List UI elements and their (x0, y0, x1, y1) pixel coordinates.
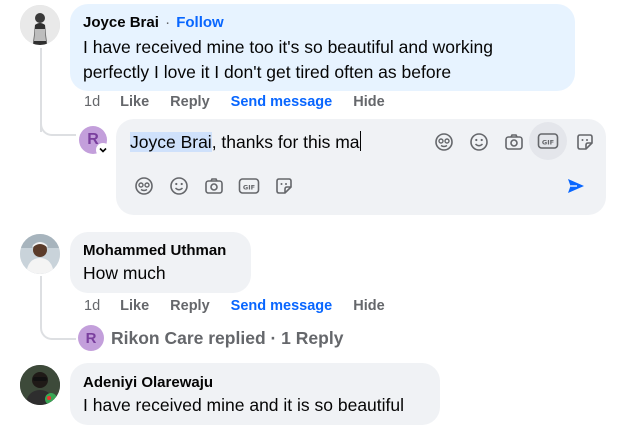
send-message-button[interactable]: Send message (231, 94, 333, 110)
gif-icon[interactable]: GIF (237, 175, 261, 197)
thread-connector (40, 112, 76, 136)
chevron-down-icon[interactable] (96, 143, 110, 157)
comment-text: How much (83, 263, 166, 283)
avatar[interactable] (20, 365, 60, 405)
camera-icon[interactable] (203, 175, 225, 197)
view-replies-link[interactable]: Rikon Care replied · 1 Reply (111, 327, 343, 349)
comment-author[interactable]: Adeniyi Olarewaju (83, 373, 213, 393)
svg-text:GIF: GIF (542, 138, 554, 146)
timestamp[interactable]: 1d (84, 94, 100, 110)
thread-connector (40, 316, 76, 340)
gif-icon[interactable]: GIF (529, 122, 567, 160)
comment-text: I have received mine too it's so beautif… (83, 37, 493, 57)
avatar[interactable] (20, 5, 60, 45)
svg-text:GIF: GIF (243, 183, 255, 191)
comment-actions: 1d Like Reply Send message Hide (84, 94, 406, 110)
avatar[interactable] (20, 234, 60, 274)
reply-button[interactable]: Reply (170, 94, 210, 110)
comment-text: I have received mine and it is so beauti… (83, 395, 405, 415)
comment-bubble: Joyce Brai · Follow I have received mine… (70, 4, 575, 91)
send-message-button[interactable]: Send message (231, 298, 333, 314)
sticker-icon[interactable] (273, 175, 295, 197)
avatar-sticker-icon[interactable] (133, 175, 155, 197)
like-button[interactable]: Like (120, 94, 149, 110)
reply-input[interactable]: Joyce Brai, thanks for this ma (130, 128, 370, 156)
comment-actions: 1d Like Reply Send message Hide (84, 298, 406, 314)
send-icon[interactable] (564, 174, 588, 198)
hide-button[interactable]: Hide (353, 94, 384, 110)
separator: · (165, 14, 171, 31)
emoji-icon[interactable] (168, 175, 190, 197)
typed-text: , thanks for this ma (211, 132, 360, 152)
comment-text: perfectly I love it I don't get tired of… (83, 62, 452, 82)
comment-author[interactable]: Joyce Brai (83, 14, 159, 31)
sticker-icon[interactable] (574, 131, 596, 153)
avatar-sticker-icon[interactable] (433, 131, 455, 153)
text-cursor (359, 131, 361, 151)
emoji-icon[interactable] (468, 131, 490, 153)
comment-bubble: Mohammed Uthman How much (70, 232, 251, 293)
like-button[interactable]: Like (120, 298, 149, 314)
camera-icon[interactable] (503, 131, 525, 153)
mention-tag[interactable]: Joyce Brai (130, 132, 212, 152)
hide-button[interactable]: Hide (353, 298, 384, 314)
reply-avatar[interactable]: R (78, 325, 104, 351)
comment-author[interactable]: Mohammed Uthman (83, 241, 226, 261)
thread-line (40, 276, 42, 316)
comment-bubble: Adeniyi Olarewaju I have received mine a… (70, 363, 440, 425)
timestamp[interactable]: 1d (84, 298, 100, 314)
follow-link[interactable]: Follow (176, 14, 224, 31)
reply-button[interactable]: Reply (170, 298, 210, 314)
